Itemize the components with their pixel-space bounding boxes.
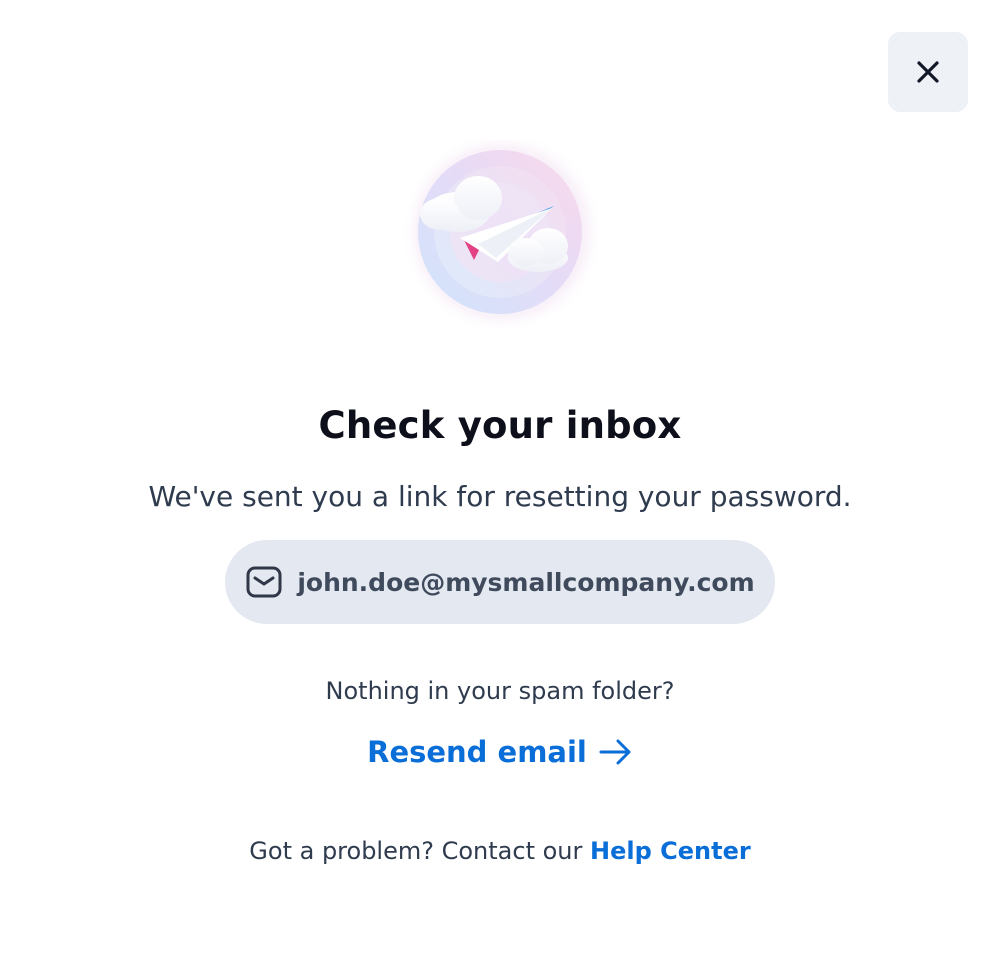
mail-icon bbox=[245, 563, 283, 601]
email-display: john.doe@mysmallcompany.com bbox=[225, 540, 775, 624]
email-address: john.doe@mysmallcompany.com bbox=[297, 567, 755, 597]
resend-email-label: Resend email bbox=[367, 735, 587, 769]
subtitle-text: We've sent you a link for resetting your… bbox=[148, 480, 852, 513]
resend-row: Resend email bbox=[0, 735, 1000, 769]
arrow-right-icon bbox=[599, 738, 633, 766]
help-prefix: Got a problem? Contact our bbox=[249, 837, 591, 865]
resend-email-link[interactable]: Resend email bbox=[367, 735, 633, 769]
paper-plane-illustration bbox=[400, 140, 620, 340]
check-inbox-dialog: Check your inbox We've sent you a link f… bbox=[0, 0, 1000, 980]
help-text: Got a problem? Contact our Help Center bbox=[0, 837, 1000, 865]
page-title: Check your inbox bbox=[318, 404, 682, 447]
close-icon bbox=[917, 61, 939, 83]
close-button[interactable] bbox=[888, 32, 968, 112]
paper-plane-icon bbox=[414, 144, 590, 320]
spam-question: Nothing in your spam folder? bbox=[325, 677, 675, 705]
help-center-link[interactable]: Help Center bbox=[590, 837, 751, 865]
